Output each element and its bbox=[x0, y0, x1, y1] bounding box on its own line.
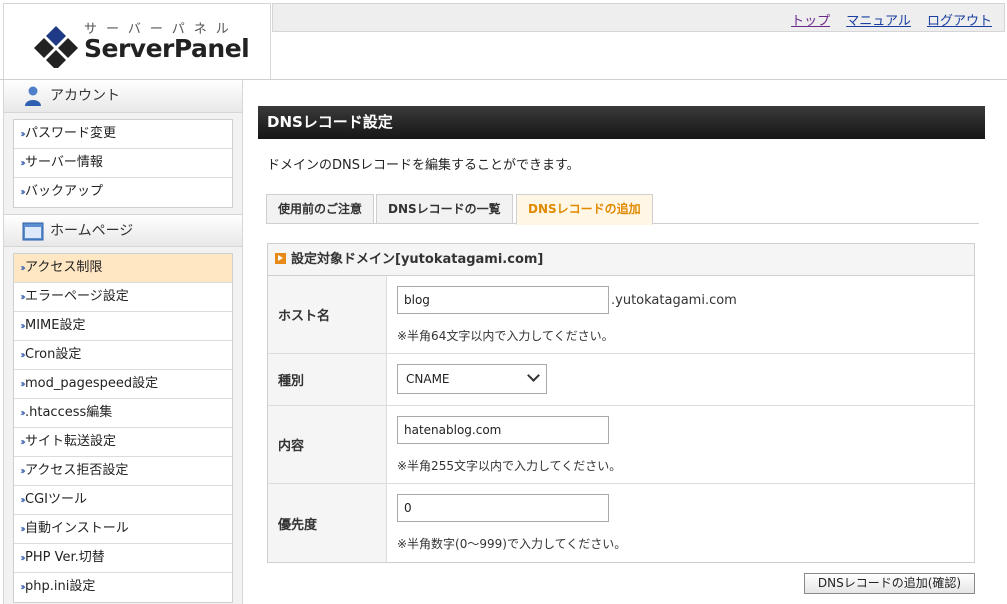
host-domain-suffix: .yutokatagami.com bbox=[611, 292, 737, 308]
chevron-right-icon: ››› bbox=[20, 263, 26, 274]
sidebar-item-label: バックアップ bbox=[25, 184, 104, 199]
sidebar-item-label: エラーページ設定 bbox=[25, 289, 129, 304]
sidebar-item-label: PHP Ver.切替 bbox=[25, 550, 105, 565]
host-label: ホスト名 bbox=[268, 276, 387, 353]
sidebar-item-label: mod_pagespeed設定 bbox=[25, 376, 159, 391]
sidebar-item-label: 自動インストール bbox=[25, 521, 129, 536]
content-input[interactable]: hatenablog.com bbox=[397, 416, 609, 444]
sidebar-item-cron[interactable]: ››› Cron設定 bbox=[14, 341, 232, 370]
sidebar-item-php-ini[interactable]: ››› php.ini設定 bbox=[14, 573, 232, 602]
sidebar-item-server-info[interactable]: ››› サーバー情報 bbox=[14, 149, 232, 178]
sidebar-item-password[interactable]: ››› パスワード変更 bbox=[14, 120, 232, 149]
chevron-right-icon: ››› bbox=[20, 466, 26, 477]
user-icon bbox=[25, 86, 41, 106]
priority-note: ※半角数字(0～999)で入力してください。 bbox=[397, 537, 627, 551]
sidebar-item-label: MIME設定 bbox=[25, 318, 86, 333]
tab-bar: 使用前のご注意 DNSレコードの一覧 DNSレコードの追加 bbox=[266, 194, 979, 225]
page-description: ドメインのDNSレコードを編集することができます。 bbox=[267, 158, 580, 173]
sidebar-item-access-deny[interactable]: ››› アクセス拒否設定 bbox=[14, 457, 232, 486]
sidebar-item-label: CGIツール bbox=[25, 492, 87, 507]
logo-text: ServerPanel bbox=[84, 34, 250, 63]
chevron-right-icon: ››› bbox=[20, 582, 26, 593]
homepage-menu: ››› アクセス制限 ››› エラーページ設定 ››› MIME設定 ››› Cron設… bbox=[13, 253, 233, 603]
page-title: DNSレコード設定 bbox=[258, 106, 985, 139]
top-bar: トップ マニュアル ログアウト bbox=[272, 3, 1005, 32]
logo[interactable]: サーバーパネル ServerPanel bbox=[3, 3, 271, 79]
chevron-right-icon: ››› bbox=[20, 553, 26, 564]
top-links: トップ マニュアル ログアウト bbox=[779, 10, 992, 29]
sidebar-item-label: サーバー情報 bbox=[25, 155, 103, 170]
sidebar-item-label: サイト転送設定 bbox=[25, 434, 117, 449]
top-link[interactable]: トップ bbox=[791, 14, 830, 29]
chevron-right-icon: ››› bbox=[20, 158, 26, 169]
tab-dns-record-list[interactable]: DNSレコードの一覧 bbox=[376, 194, 513, 224]
sidebar: アカウント ››› パスワード変更 ››› サーバー情報 ››› バックアップ ホーム… bbox=[3, 80, 243, 604]
type-row: 種別 CNAME bbox=[268, 354, 974, 406]
priority-value-cell: 0 ※半角数字(0～999)で入力してください。 bbox=[387, 484, 974, 562]
chevron-right-icon: ››› bbox=[20, 524, 26, 535]
account-menu: ››› パスワード変更 ››› サーバー情報 ››› バックアップ bbox=[13, 119, 233, 208]
sidebar-item-error-page[interactable]: ››› エラーページ設定 bbox=[14, 283, 232, 312]
content-label: 内容 bbox=[268, 406, 387, 483]
type-value-cell: CNAME bbox=[387, 354, 974, 405]
chevron-right-icon: ››› bbox=[20, 495, 26, 506]
sidebar-item-label: パスワード変更 bbox=[25, 126, 117, 141]
chevron-right-icon: ››› bbox=[20, 321, 26, 332]
priority-input[interactable]: 0 bbox=[397, 494, 609, 522]
sidebar-item-access-restriction[interactable]: ››› アクセス制限 bbox=[14, 254, 232, 283]
content-note: ※半角255文字以内で入力してください。 bbox=[397, 459, 622, 473]
sidebar-item-label: アクセス制限 bbox=[25, 260, 103, 275]
form-heading: 設定対象ドメイン[yutokatagami.com] bbox=[268, 244, 974, 276]
sidebar-item-mod-pagespeed[interactable]: ››› mod_pagespeed設定 bbox=[14, 370, 232, 399]
section-title-homepage: ホームページ bbox=[50, 223, 134, 239]
add-dns-record-confirm-button[interactable]: DNSレコードの追加(確認) bbox=[804, 573, 975, 594]
chevron-right-icon: ››› bbox=[20, 292, 26, 303]
form-heading-text: 設定対象ドメイン[yutokatagami.com] bbox=[291, 252, 544, 267]
chevron-right-icon: ››› bbox=[20, 379, 26, 390]
dns-record-form: 設定対象ドメイン[yutokatagami.com] ホスト名 blog .yu… bbox=[267, 243, 975, 563]
sidebar-section-account: アカウント bbox=[4, 80, 242, 113]
sidebar-item-site-redirect[interactable]: ››› サイト転送設定 bbox=[14, 428, 232, 457]
sidebar-item-label: アクセス拒否設定 bbox=[25, 463, 129, 478]
logout-link[interactable]: ログアウト bbox=[927, 14, 992, 29]
sidebar-item-label: Cron設定 bbox=[25, 347, 82, 362]
host-row: ホスト名 blog .yutokatagami.com ※半角64文字以内で入力… bbox=[268, 276, 974, 354]
main-content: DNSレコード設定 ドメインのDNSレコードを編集することができます。 使用前の… bbox=[258, 106, 985, 594]
content-value-cell: hatenablog.com ※半角255文字以内で入力してください。 bbox=[387, 406, 974, 483]
content-row: 内容 hatenablog.com ※半角255文字以内で入力してください。 bbox=[268, 406, 974, 484]
priority-row: 優先度 0 ※半角数字(0～999)で入力してください。 bbox=[268, 484, 974, 562]
sidebar-item-backup[interactable]: ››› バックアップ bbox=[14, 178, 232, 207]
sidebar-section-homepage: ホームページ bbox=[4, 214, 242, 247]
type-label: 種別 bbox=[268, 354, 387, 405]
section-title-account: アカウント bbox=[50, 88, 120, 104]
header: サーバーパネル ServerPanel トップ マニュアル ログアウト bbox=[0, 0, 1007, 80]
manual-link[interactable]: マニュアル bbox=[846, 14, 911, 29]
chevron-right-icon: ››› bbox=[20, 350, 26, 361]
window-icon bbox=[22, 222, 44, 241]
chevron-right-icon: ››› bbox=[20, 129, 26, 140]
priority-label: 優先度 bbox=[268, 484, 387, 562]
chevron-right-icon: ››› bbox=[20, 408, 26, 419]
sidebar-item-php-version[interactable]: ››› PHP Ver.切替 bbox=[14, 544, 232, 573]
logo-diamond-icon bbox=[34, 26, 78, 68]
host-note: ※半角64文字以内で入力してください。 bbox=[397, 329, 614, 343]
chevron-right-icon: ››› bbox=[20, 187, 26, 198]
tab-add-dns-record[interactable]: DNSレコードの追加 bbox=[516, 194, 653, 225]
chevron-right-icon: ››› bbox=[20, 437, 26, 448]
chevron-down-icon bbox=[527, 369, 540, 382]
host-input[interactable]: blog bbox=[397, 286, 609, 314]
sidebar-item-mime[interactable]: ››› MIME設定 bbox=[14, 312, 232, 341]
tab-precautions[interactable]: 使用前のご注意 bbox=[266, 194, 375, 224]
sidebar-item-cgi-tools[interactable]: ››› CGIツール bbox=[14, 486, 232, 515]
sidebar-item-label: .htaccess編集 bbox=[25, 405, 113, 420]
record-type-select[interactable]: CNAME bbox=[397, 364, 547, 394]
arrow-square-icon bbox=[275, 253, 286, 264]
record-type-value: CNAME bbox=[406, 372, 450, 386]
sidebar-item-htaccess[interactable]: ››› .htaccess編集 bbox=[14, 399, 232, 428]
sidebar-item-auto-install[interactable]: ››› 自動インストール bbox=[14, 515, 232, 544]
host-value-cell: blog .yutokatagami.com ※半角64文字以内で入力してくださ… bbox=[387, 276, 974, 353]
sidebar-item-label: php.ini設定 bbox=[25, 579, 96, 594]
